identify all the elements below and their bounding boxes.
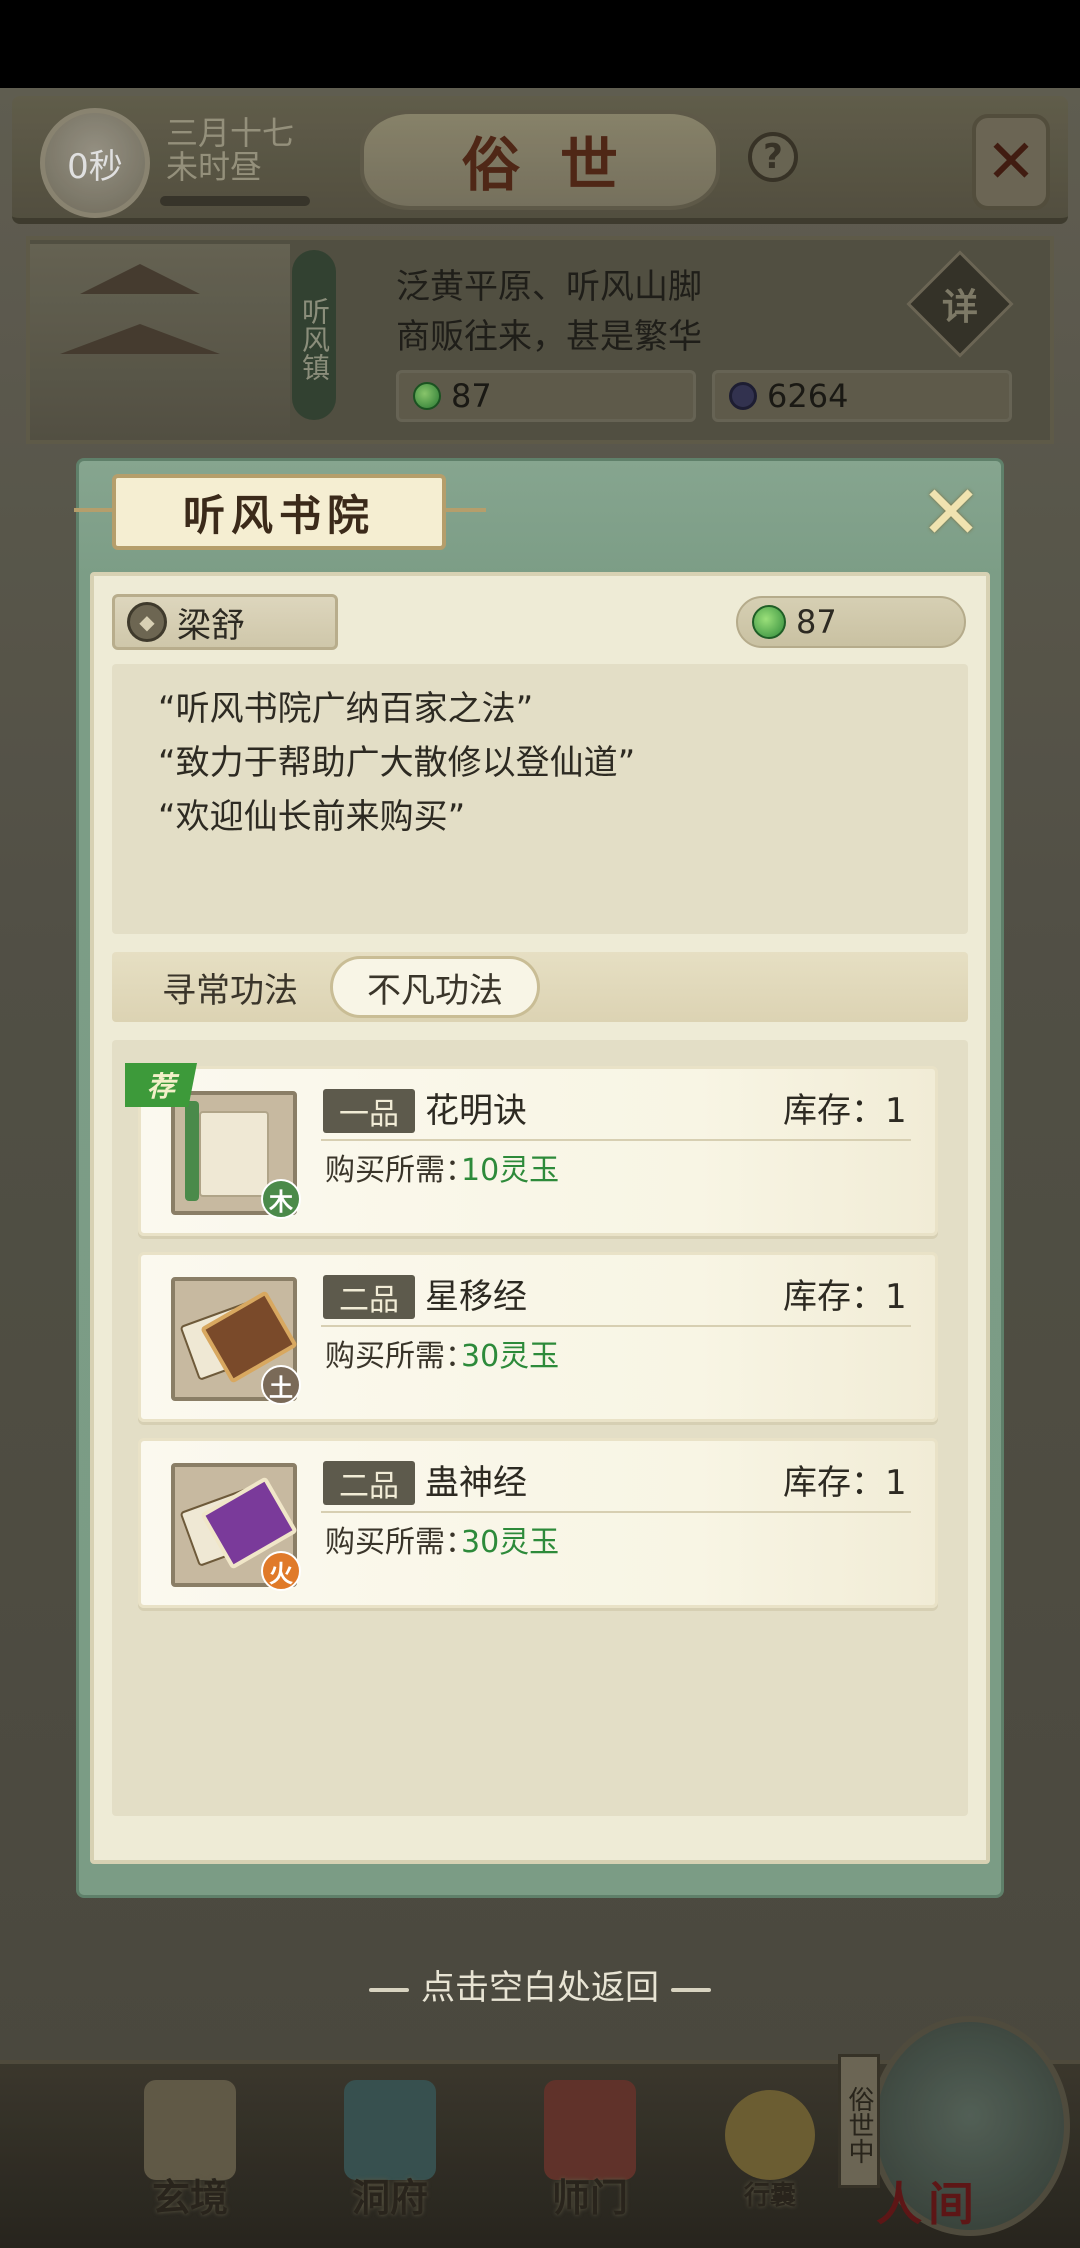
cost-label: 购买所需：: [325, 1153, 475, 1188]
return-hint-text: 点击空白处返回: [421, 1968, 659, 2008]
hint-ornament: [369, 1987, 409, 1992]
cost-label: 购买所需：: [325, 1525, 475, 1560]
element-label: 土: [269, 1373, 293, 1402]
stock-info: 库存：1: [783, 1089, 907, 1133]
tab-rare-techniques[interactable]: 不凡功法: [330, 956, 540, 1018]
dialogue-line: “致力于帮助广大散修以登仙道”: [158, 743, 636, 783]
jade-balance-value: 87: [796, 603, 837, 641]
dialogue-line: “欢迎仙长前来购买”: [158, 797, 466, 837]
recommended-badge: 荐: [125, 1063, 197, 1107]
cost-value: 10灵玉: [461, 1153, 560, 1188]
technique-thumbnail: 火: [171, 1463, 301, 1591]
stock-info: 库存：1: [783, 1461, 907, 1505]
element-badge: 木: [261, 1179, 301, 1219]
element-label: 木: [269, 1187, 293, 1216]
return-hint[interactable]: 点击空白处返回: [0, 1960, 1080, 2009]
element-badge: 火: [261, 1551, 301, 1591]
element-label: 火: [269, 1559, 293, 1588]
technique-name: 花明诀: [425, 1091, 527, 1131]
rank-tag: 一品: [323, 1089, 415, 1133]
item-divider: [321, 1139, 911, 1141]
scroll-image: [199, 1111, 269, 1197]
tab-common-techniques[interactable]: 寻常功法: [130, 956, 330, 1018]
title-ornament: [74, 508, 114, 512]
list-item[interactable]: 火 二品 蛊神经 库存：1 购买所需： 30灵玉: [138, 1438, 938, 1608]
npc-dialogue: “听风书院广纳百家之法” “致力于帮助广大散修以登仙道” “欢迎仙长前来购买”: [112, 664, 968, 934]
modal-close-button[interactable]: ✕: [916, 476, 986, 550]
cost-value: 30灵玉: [461, 1525, 560, 1560]
list-item[interactable]: 木 荐 一品 花明诀 库存：1 购买所需： 10灵玉: [125, 1063, 938, 1236]
list-item[interactable]: 土 二品 星移经 库存：1 购买所需： 30灵玉: [138, 1252, 938, 1422]
modal-title: 听风书院: [112, 474, 446, 550]
item-divider: [321, 1511, 911, 1513]
dialogue-line: “听风书院广纳百家之法”: [158, 689, 534, 729]
npc-diamond-icon: ◆: [127, 602, 167, 642]
stock-value: 1: [885, 1463, 907, 1503]
jade-icon: [752, 605, 786, 639]
technique-name: 蛊神经: [425, 1463, 527, 1503]
rank-tag: 二品: [323, 1275, 415, 1319]
npc-name-tag: ◆ 梁舒: [112, 594, 338, 650]
stock-label: 库存：: [783, 1277, 885, 1317]
element-badge: 土: [261, 1365, 301, 1405]
stock-label: 库存：: [783, 1091, 885, 1131]
hint-ornament: [671, 1987, 711, 1992]
stock-value: 1: [885, 1277, 907, 1317]
technique-thumbnail: 木: [171, 1091, 301, 1219]
cost-label: 购买所需：: [325, 1339, 475, 1374]
jade-balance: 87: [736, 596, 966, 648]
technique-thumbnail: 土: [171, 1277, 301, 1405]
cost-value: 30灵玉: [461, 1339, 560, 1374]
scroll-rod: [185, 1101, 199, 1201]
stock-info: 库存：1: [783, 1275, 907, 1319]
title-ornament: [446, 508, 486, 512]
stock-value: 1: [885, 1091, 907, 1131]
item-divider: [321, 1325, 911, 1327]
npc-name: 梁舒: [177, 605, 245, 646]
technique-name: 星移经: [425, 1277, 527, 1317]
stock-label: 库存：: [783, 1463, 885, 1503]
rank-tag: 二品: [323, 1461, 415, 1505]
